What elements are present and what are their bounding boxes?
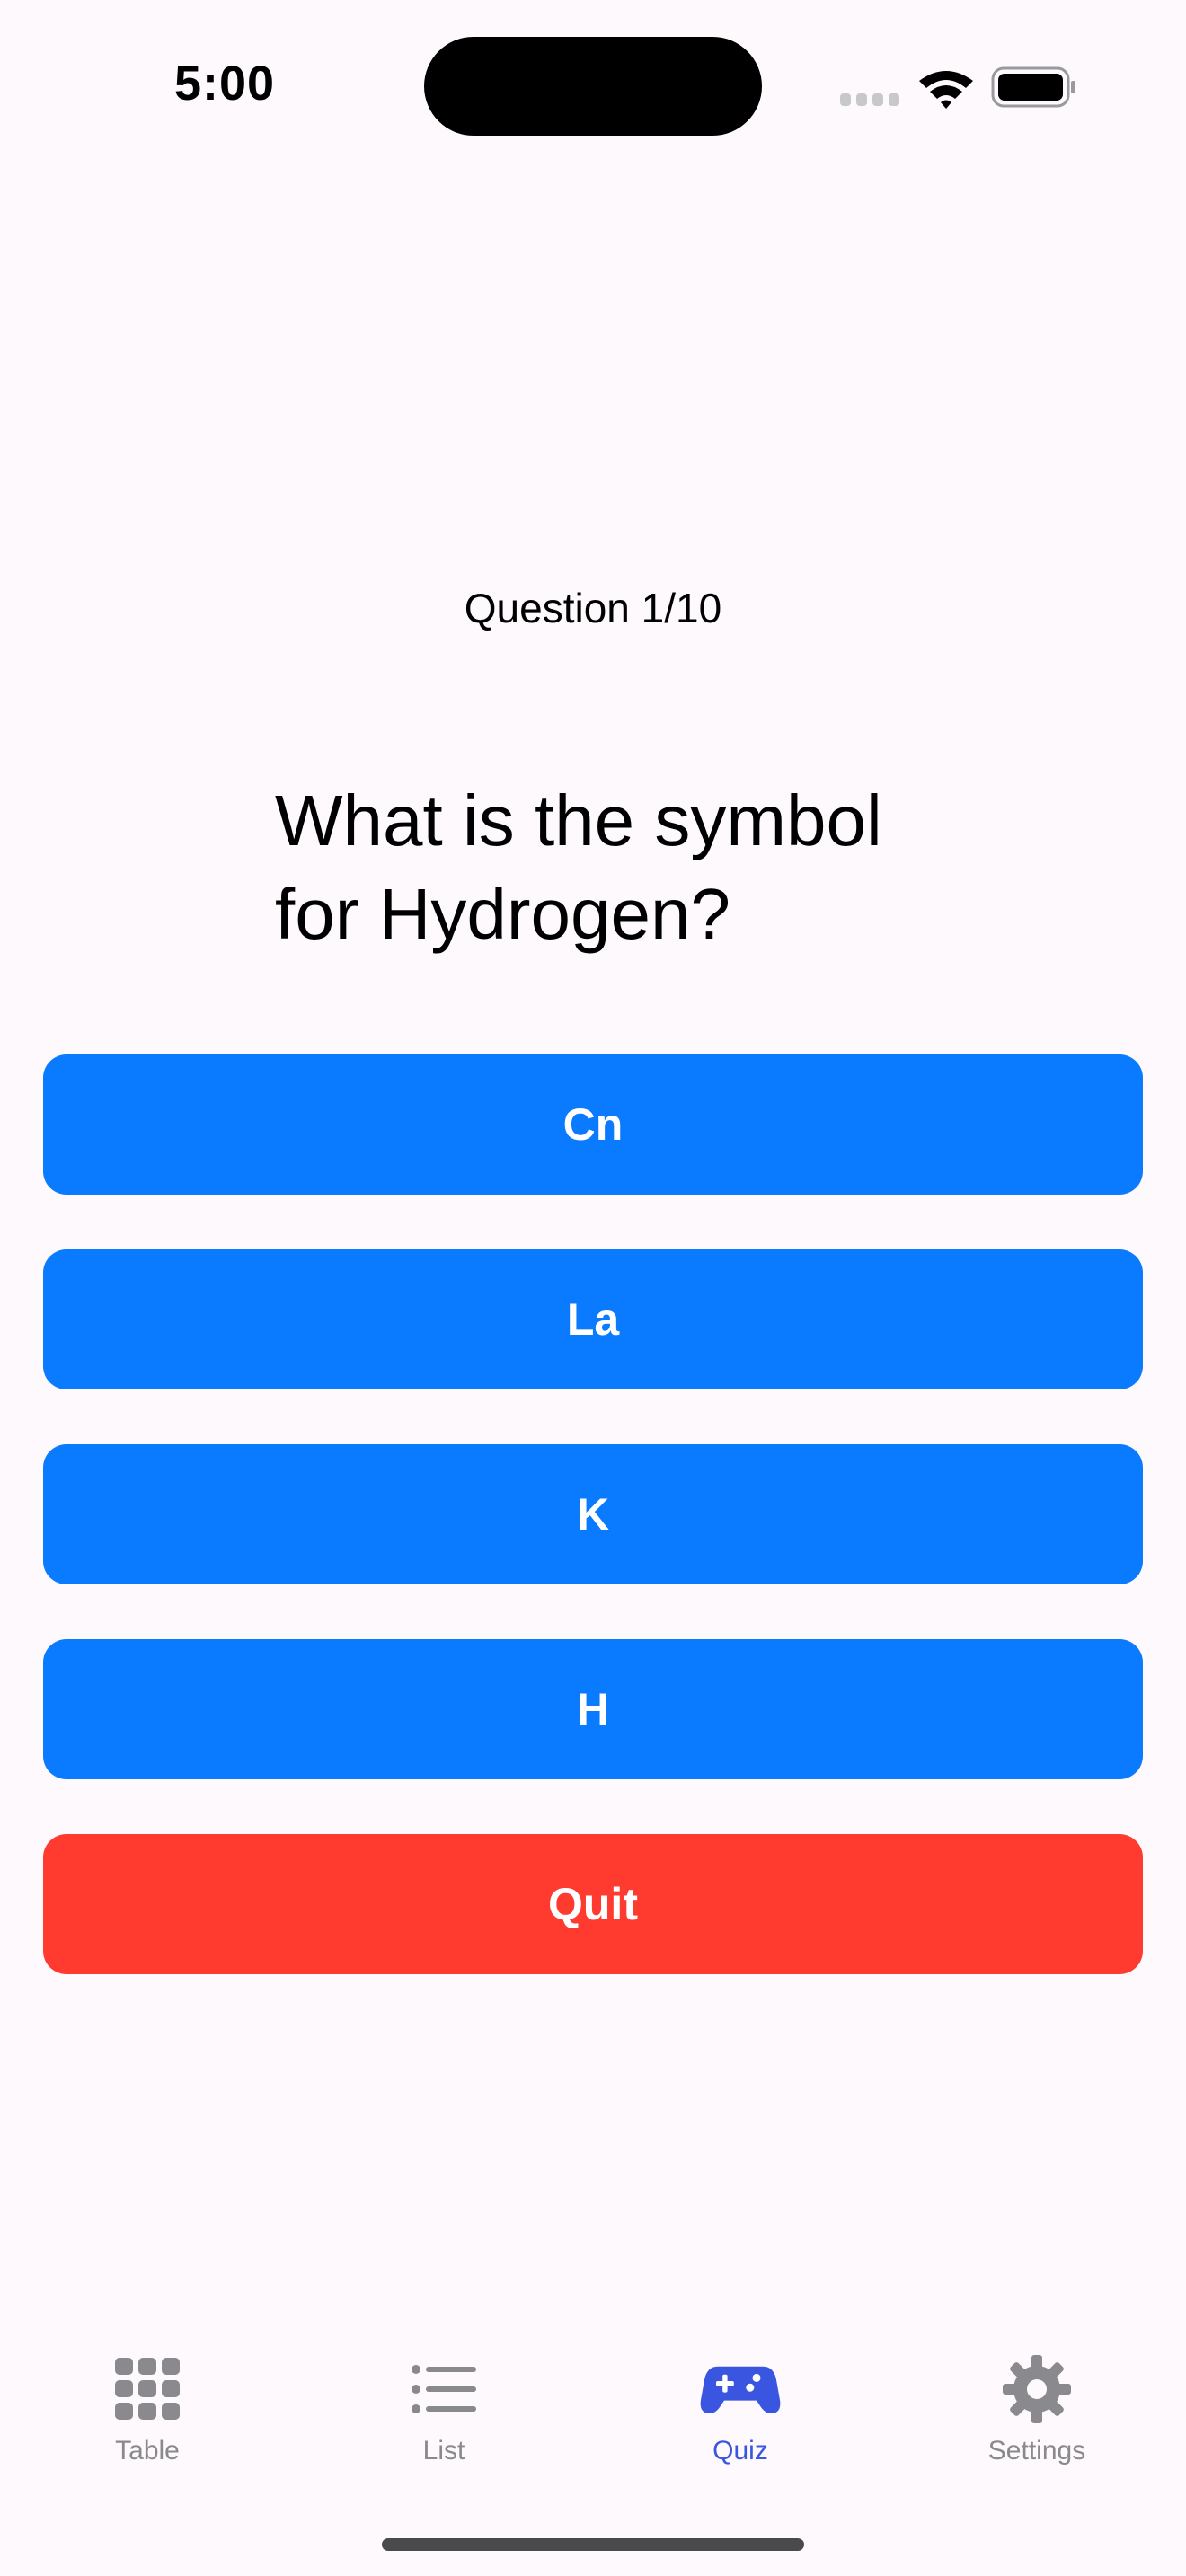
tab-settings[interactable]: Settings [929, 2353, 1145, 2479]
grid-icon [107, 2353, 188, 2425]
tab-label-table: Table [115, 2436, 180, 2466]
answer-button-4[interactable]: H [43, 1639, 1143, 1779]
tab-label-quiz: Quiz [712, 2436, 768, 2466]
answer-button-1[interactable]: Cn [43, 1054, 1143, 1195]
dynamic-island [424, 37, 762, 136]
question-text: What is the symbol for Hydrogen? [275, 781, 882, 954]
list-icon [403, 2353, 484, 2425]
tab-list[interactable]: List [336, 2353, 552, 2479]
tab-label-list: List [422, 2436, 465, 2466]
quit-button[interactable]: Quit [43, 1834, 1143, 1974]
question-counter: Question 1/10 [464, 585, 722, 631]
tab-table[interactable]: Table [40, 2353, 255, 2479]
tab-label-settings: Settings [987, 2436, 1086, 2466]
answer-button-3[interactable]: K [43, 1444, 1143, 1584]
status-bar: 5:00 [0, 0, 1186, 171]
battery-icon [991, 66, 1075, 108]
status-time: 5:00 [173, 57, 276, 110]
gear-icon [996, 2353, 1077, 2425]
answer-list: Cn La K H Quit [43, 1054, 1143, 2029]
wifi-icon [919, 71, 973, 109]
cellular-signal-icon [840, 93, 899, 106]
answer-button-2[interactable]: La [43, 1249, 1143, 1389]
tab-bar: Table List Quiz Settings [0, 2353, 1186, 2479]
gamecontroller-icon [700, 2353, 781, 2425]
tab-quiz[interactable]: Quiz [633, 2353, 848, 2479]
home-indicator[interactable] [382, 2538, 804, 2551]
